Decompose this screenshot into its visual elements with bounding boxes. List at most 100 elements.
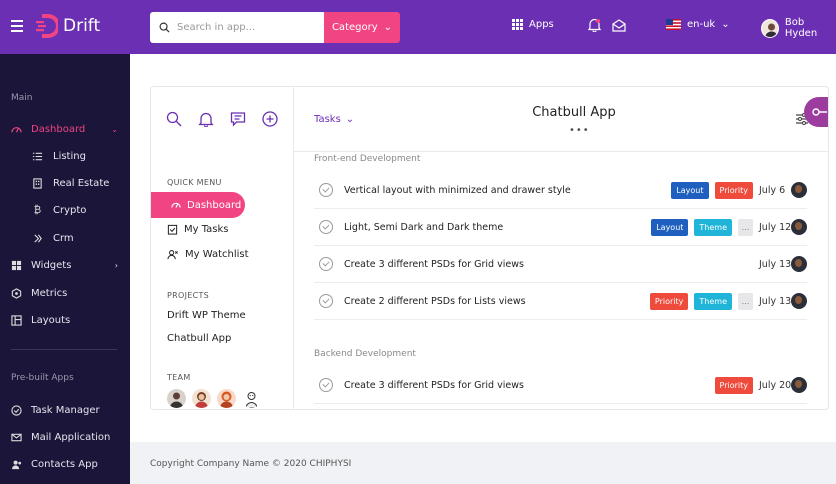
- check-circle-icon[interactable]: [319, 220, 333, 234]
- sidebar-item-task-manager[interactable]: Task Manager: [11, 402, 118, 418]
- sidebar-item-contacts-app[interactable]: Contacts App: [11, 456, 118, 472]
- tag-badge: Theme: [694, 292, 732, 310]
- mail-icon: [11, 433, 22, 441]
- logo-mark-icon: [36, 14, 58, 38]
- messages-button[interactable]: [612, 18, 626, 32]
- sidebar-heading-main: Main: [11, 93, 33, 103]
- task-date: July 6: [759, 184, 786, 196]
- page-title: Chatbull App: [532, 105, 616, 120]
- sidebar-item-real-estate[interactable]: Real Estate: [32, 175, 109, 191]
- sidebar-item-crypto[interactable]: ₿ Crypto: [32, 202, 87, 218]
- task-date: July 13: [759, 258, 792, 270]
- project-link[interactable]: Chatbull App: [167, 333, 231, 344]
- tasks-icon: [167, 224, 178, 235]
- sidebar-item-label: Task Manager: [31, 404, 100, 416]
- user-menu[interactable]: Bob Hyden: [761, 17, 836, 39]
- tag-badge: Layout: [651, 218, 689, 236]
- add-icon[interactable]: [262, 111, 278, 127]
- avatar: [791, 182, 807, 198]
- avatar[interactable]: [167, 389, 186, 408]
- logo[interactable]: Drift: [36, 14, 100, 38]
- settings-tab-toggle[interactable]: [804, 97, 828, 127]
- more-tags-badge[interactable]: ...: [738, 292, 753, 310]
- notifications-button[interactable]: [588, 18, 601, 32]
- sidebar-item-label: Dashboard: [31, 123, 86, 135]
- chat-icon[interactable]: [230, 111, 246, 127]
- quick-panel-actions: [166, 111, 278, 128]
- bell-icon[interactable]: [198, 111, 214, 128]
- task-title: Create 2 different PSDs for Lists views: [344, 295, 526, 307]
- avatar: [791, 293, 807, 309]
- watchlist-icon: [167, 250, 178, 260]
- task-panel: Tasks ⌄ Chatbull App ••• Front-end Devel…: [294, 87, 828, 409]
- tag-badge: Priority: [714, 376, 753, 394]
- task-row[interactable]: Create 2 different PSDs for Lists views …: [314, 283, 807, 320]
- avatar[interactable]: [192, 389, 211, 408]
- task-panel-header: Tasks ⌄ Chatbull App •••: [294, 87, 828, 152]
- quick-panel: QUICK MENU Dashboard My Tasks My Watchli…: [151, 87, 294, 409]
- sidebar-item-label: Contacts App: [31, 458, 98, 470]
- search-icon: [159, 22, 170, 33]
- avatar[interactable]: [217, 389, 236, 408]
- sidebar-item-widgets[interactable]: Widgets ›: [11, 257, 118, 273]
- search-box: [150, 12, 324, 43]
- uk-flag-icon: [666, 19, 681, 30]
- sidebar-divider: [11, 349, 117, 350]
- search-icon[interactable]: [166, 111, 182, 127]
- gauge-icon: [171, 202, 181, 208]
- more-tags-badge[interactable]: ...: [738, 218, 753, 236]
- task-title: Light, Semi Dark and Dark theme: [344, 221, 504, 233]
- quick-menu-my-tasks[interactable]: My Tasks: [167, 224, 229, 235]
- sidebar-item-label: Crypto: [53, 204, 87, 216]
- task-tags: Layout Priority: [671, 181, 753, 199]
- sidebar-item-label: Crm: [53, 232, 74, 244]
- list-icon: [32, 152, 43, 160]
- check-circle-icon[interactable]: [319, 378, 333, 392]
- search-bar: Category ⌄: [150, 12, 400, 43]
- sidebar-item-label: Widgets: [31, 259, 72, 271]
- sidebar-item-crm[interactable]: Crm: [32, 230, 74, 246]
- language-label: en-uk: [687, 19, 716, 30]
- search-input[interactable]: [177, 22, 317, 33]
- avatar[interactable]: [242, 389, 261, 408]
- widgets-icon: [11, 260, 22, 270]
- sidebar-item-label: Real Estate: [53, 177, 110, 189]
- check-circle-icon: [11, 404, 22, 416]
- project-link[interactable]: Drift WP Theme: [167, 310, 246, 321]
- task-date: July 13: [759, 295, 792, 307]
- quick-menu-dashboard[interactable]: Dashboard: [151, 192, 245, 218]
- check-circle-icon[interactable]: [319, 183, 333, 197]
- sidebar-item-mail-application[interactable]: Mail Application: [11, 429, 118, 445]
- sidebar-item-listing[interactable]: Listing: [32, 148, 86, 164]
- task-tags: Priority: [714, 376, 753, 394]
- task-tags: Priority Theme ...: [649, 292, 753, 310]
- sidebar-item-label: Metrics: [31, 287, 68, 299]
- language-dropdown[interactable]: en-uk ⌄: [666, 19, 730, 30]
- sidebar-item-dashboard[interactable]: Dashboard ⌄: [11, 121, 118, 137]
- task-row[interactable]: Light, Semi Dark and Dark theme Layout T…: [314, 209, 807, 246]
- task-row[interactable]: Create 3 different PSDs for Grid views J…: [314, 246, 807, 283]
- avatar: [791, 256, 807, 272]
- section-title: Backend Development: [314, 349, 416, 359]
- sidebar-item-label: Listing: [53, 150, 86, 162]
- bitcoin-icon: ₿: [33, 204, 42, 216]
- sidebar-item-layouts[interactable]: Layouts: [11, 312, 118, 328]
- category-dropdown[interactable]: Category ⌄: [324, 12, 400, 43]
- sidebar: Main Dashboard ⌄ Listing Real Estate ₿ C…: [0, 54, 130, 484]
- menu-toggle-icon[interactable]: [11, 20, 23, 32]
- check-circle-icon[interactable]: [319, 294, 333, 308]
- task-row[interactable]: Vertical layout with minimized and drawe…: [314, 172, 807, 209]
- quick-menu-my-watchlist[interactable]: My Watchlist: [167, 249, 249, 260]
- task-title: Vertical layout with minimized and drawe…: [344, 184, 571, 196]
- task-title: Create 3 different PSDs for Grid views: [344, 379, 524, 391]
- team-heading: TEAM: [167, 373, 191, 382]
- avatar: [761, 18, 779, 38]
- task-card: QUICK MENU Dashboard My Tasks My Watchli…: [150, 86, 829, 410]
- category-label: Category: [331, 22, 378, 33]
- task-row[interactable]: Create 3 different PSDs for Grid views P…: [314, 367, 807, 404]
- check-circle-icon[interactable]: [319, 257, 333, 271]
- more-options-icon[interactable]: •••: [569, 125, 590, 136]
- apps-button[interactable]: Apps: [512, 19, 554, 30]
- sidebar-item-metrics[interactable]: Metrics: [11, 285, 118, 301]
- projects-heading: PROJECTS: [167, 291, 210, 300]
